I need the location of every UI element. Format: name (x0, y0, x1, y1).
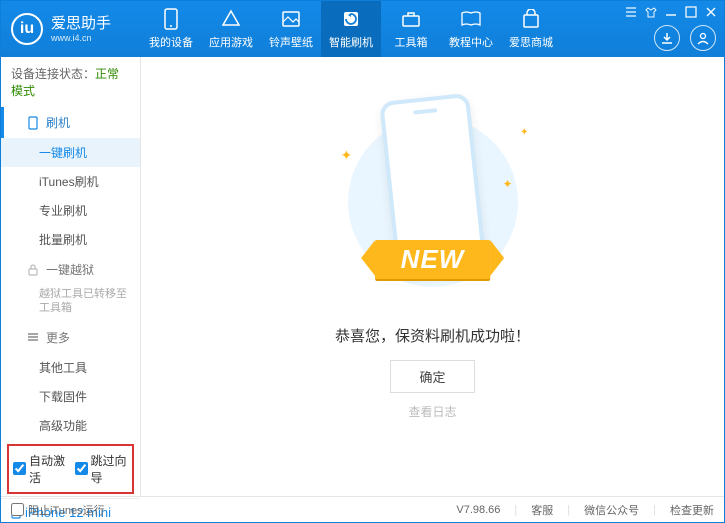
jailbreak-note: 越狱工具已转移至工具箱 (39, 287, 130, 316)
nav-toolbox[interactable]: 工具箱 (381, 1, 441, 57)
logo-block: iu 爱思助手 www.i4.cn (11, 13, 141, 45)
logo-icon: iu (11, 13, 43, 45)
nav-tutorials[interactable]: 教程中心 (441, 1, 501, 57)
maximize-icon[interactable] (684, 5, 698, 19)
sidebar-item-oneclick[interactable]: 一键刷机 (1, 138, 140, 167)
app-url: www.i4.cn (51, 33, 111, 44)
sidebar-item-firmware[interactable]: 下载固件 (1, 382, 140, 411)
sidebar-item-other[interactable]: 其他工具 (1, 353, 140, 382)
nav-label: 教程中心 (449, 34, 493, 50)
block-itunes-checkbox[interactable]: 阻止iTunes运行 (11, 502, 105, 518)
new-banner: NEW (375, 240, 491, 279)
download-button[interactable] (654, 25, 680, 51)
user-button[interactable] (690, 25, 716, 51)
category-jailbreak: 一键越狱 (1, 254, 140, 285)
main-nav: 我的设备 应用游戏 铃声壁纸 智能刷机 工具箱 教程中心 (141, 1, 561, 57)
ok-button[interactable]: 确定 (390, 360, 474, 393)
wallpaper-icon (280, 8, 302, 30)
chk-label: 阻止iTunes运行 (28, 502, 105, 518)
nav-label: 应用游戏 (209, 34, 253, 50)
cat-label: 一键越狱 (46, 261, 94, 278)
nav-label: 爱思商城 (509, 34, 553, 50)
list-icon (26, 330, 40, 344)
header-actions (654, 25, 716, 51)
auto-activate-checkbox[interactable]: 自动激活 (13, 452, 67, 486)
chk-label: 跳过向导 (91, 452, 129, 486)
success-illustration: ✦ ✦ ✦ NEW (333, 97, 533, 307)
sidebar-item-itunes[interactable]: iTunes刷机 (1, 167, 140, 196)
options-row: 自动激活 跳过向导 (7, 444, 134, 494)
footer: 阻止iTunes运行 V7.98.66 | 客服 | 微信公众号 | 检查更新 (1, 496, 724, 522)
nav-label: 我的设备 (149, 34, 193, 50)
category-flash[interactable]: 刷机 (1, 107, 140, 138)
flash-icon (340, 8, 362, 30)
menu-icon[interactable] (624, 5, 638, 19)
sidebar-item-pro[interactable]: 专业刷机 (1, 196, 140, 225)
nav-my-device[interactable]: 我的设备 (141, 1, 201, 57)
tshirt-icon[interactable] (644, 5, 658, 19)
update-link[interactable]: 检查更新 (670, 502, 714, 518)
nav-apps[interactable]: 应用游戏 (201, 1, 261, 57)
skip-guide-checkbox[interactable]: 跳过向导 (75, 452, 129, 486)
toolbox-icon (400, 8, 422, 30)
sidebar: 设备连接状态：正常模式 刷机 一键刷机 iTunes刷机 专业刷机 批量刷机 一… (1, 57, 141, 496)
store-icon (520, 8, 542, 30)
sidebar-item-batch[interactable]: 批量刷机 (1, 225, 140, 254)
main-content: ✦ ✦ ✦ NEW 恭喜您，保资料刷机成功啦！ 确定 查看日志 (141, 57, 724, 496)
phone-small-icon (26, 116, 40, 130)
service-link[interactable]: 客服 (531, 502, 553, 518)
version-label: V7.98.66 (456, 504, 500, 516)
window-controls (624, 5, 718, 19)
wechat-link[interactable]: 微信公众号 (584, 502, 639, 518)
cat-label: 刷机 (46, 114, 70, 131)
cat-label: 更多 (46, 329, 70, 346)
body: 设备连接状态：正常模式 刷机 一键刷机 iTunes刷机 专业刷机 批量刷机 一… (1, 57, 724, 496)
app-name: 爱思助手 (51, 15, 111, 33)
apps-icon (220, 8, 242, 30)
success-message: 恭喜您，保资料刷机成功啦！ (335, 325, 530, 346)
nav-flash[interactable]: 智能刷机 (321, 1, 381, 57)
sidebar-item-advanced[interactable]: 高级功能 (1, 411, 140, 440)
titlebar: iu 爱思助手 www.i4.cn 我的设备 应用游戏 铃声壁纸 智能刷机 (1, 1, 724, 57)
nav-store[interactable]: 爱思商城 (501, 1, 561, 57)
app-window: iu 爱思助手 www.i4.cn 我的设备 应用游戏 铃声壁纸 智能刷机 (0, 0, 725, 523)
nav-label: 智能刷机 (329, 34, 373, 50)
nav-ringtones[interactable]: 铃声壁纸 (261, 1, 321, 57)
device-status: 设备连接状态：正常模式 (1, 57, 140, 107)
category-more[interactable]: 更多 (1, 322, 140, 353)
book-icon (460, 8, 482, 30)
logo-text: 爱思助手 www.i4.cn (51, 15, 111, 44)
phone-icon (160, 8, 182, 30)
lock-icon (26, 263, 40, 277)
nav-label: 工具箱 (395, 34, 428, 50)
minimize-icon[interactable] (664, 5, 678, 19)
nav-label: 铃声壁纸 (269, 34, 313, 50)
close-icon[interactable] (704, 5, 718, 19)
chk-label: 自动激活 (29, 452, 67, 486)
status-label: 设备连接状态： (11, 67, 95, 81)
view-log-link[interactable]: 查看日志 (408, 403, 456, 420)
